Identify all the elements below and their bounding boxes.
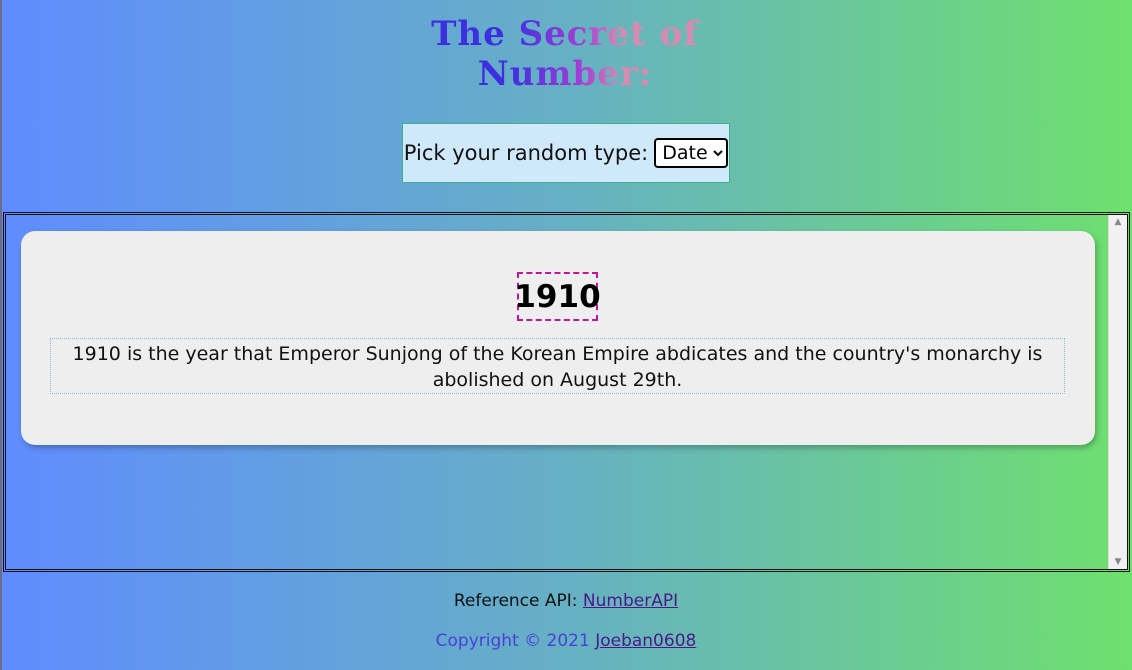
- random-type-picker: Pick your random type: Date: [402, 123, 730, 183]
- page-title: The Secret of Number:: [380, 14, 750, 94]
- frame-scrollbar[interactable]: ▲ ▼: [1108, 215, 1127, 569]
- fact-card: 1910 1910 is the year that Emperor Sunjo…: [21, 231, 1095, 445]
- random-type-select[interactable]: Date: [654, 138, 729, 168]
- scroll-up-icon[interactable]: ▲: [1109, 217, 1127, 227]
- result-frame: 1910 1910 is the year that Emperor Sunjo…: [3, 212, 1130, 572]
- copyright-line: Copyright © 2021 Joeban0608: [0, 631, 1132, 651]
- scroll-down-icon[interactable]: ▼: [1109, 557, 1127, 567]
- reference-line: Reference API: NumberAPI: [0, 591, 1132, 611]
- numberapi-link[interactable]: NumberAPI: [583, 591, 678, 611]
- reference-label: Reference API:: [453, 591, 578, 611]
- window-left-edge: [0, 0, 2, 670]
- copyright-text: Copyright © 2021: [435, 631, 590, 651]
- fact-number: 1910: [514, 272, 601, 321]
- author-link[interactable]: Joeban0608: [595, 631, 696, 651]
- fact-text: 1910 is the year that Emperor Sunjong of…: [50, 338, 1065, 394]
- random-type-label: Pick your random type:: [403, 141, 649, 165]
